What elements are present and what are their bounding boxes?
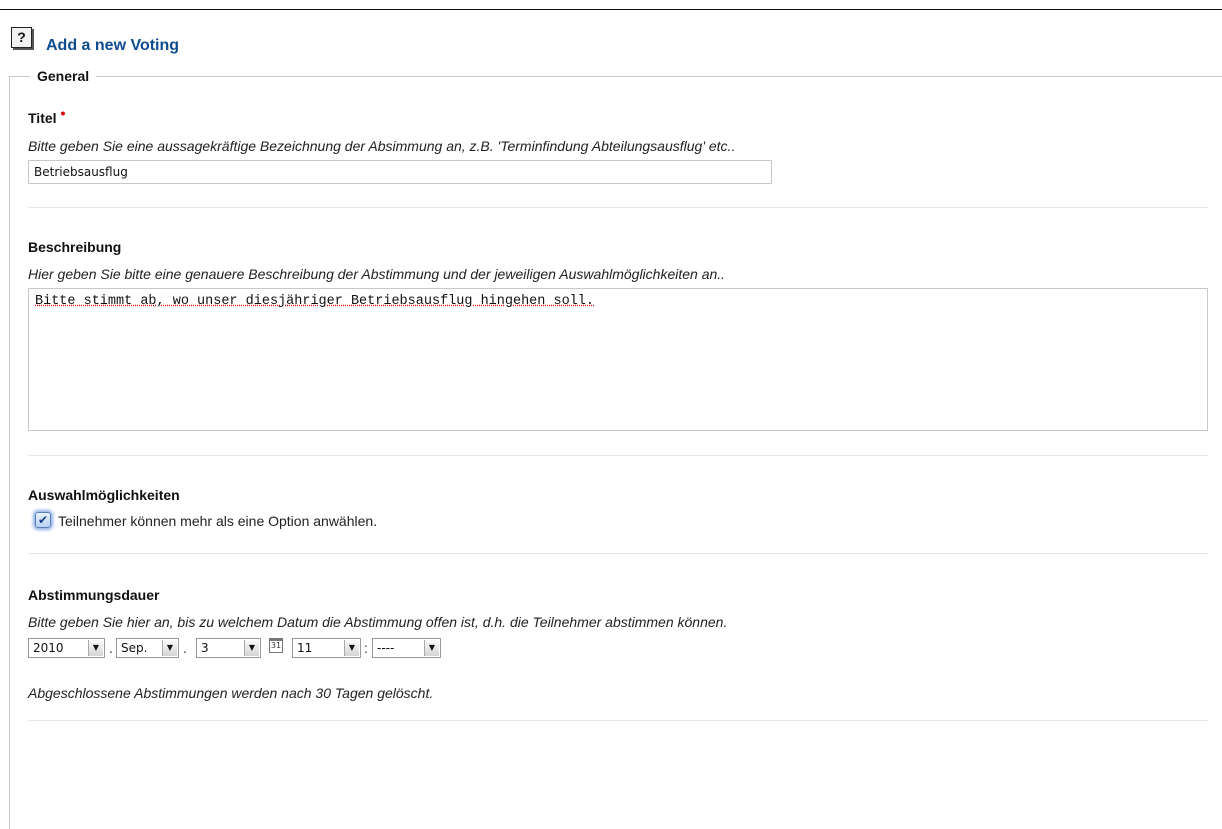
- titel-hint: Bitte geben Sie eine aussagekräftige Bez…: [28, 138, 736, 154]
- year-value: 2010: [33, 641, 64, 655]
- chevron-down-icon: ▼: [88, 640, 103, 656]
- multiple-options-checkbox[interactable]: ✔: [35, 512, 51, 528]
- day-select[interactable]: 3 ▼: [196, 638, 261, 658]
- divider: [28, 207, 1208, 208]
- beschreibung-textarea[interactable]: Bitte stimmt ab, wo unser diesjähriger B…: [28, 288, 1208, 431]
- chevron-down-icon: ▼: [244, 640, 259, 656]
- titel-input[interactable]: Betriebsausflug: [28, 160, 772, 184]
- minute-select[interactable]: ---- ▼: [372, 638, 441, 658]
- page-title: Add a new Voting: [46, 37, 180, 54]
- dauer-hint: Bitte geben Sie hier an, bis zu welchem …: [28, 614, 728, 630]
- general-legend: General: [37, 68, 90, 84]
- help-icon[interactable]: ?: [11, 27, 32, 48]
- time-separator: :: [364, 640, 368, 656]
- dauer-label: Abstimmungsdauer: [28, 587, 160, 603]
- date-separator: .: [183, 640, 187, 656]
- beschreibung-hint: Hier geben Sie bitte eine genauere Besch…: [28, 266, 726, 282]
- day-value: 3: [201, 641, 209, 655]
- auswahl-label: Auswahlmöglichkeiten: [28, 487, 180, 503]
- hour-value: 11: [297, 641, 313, 655]
- titel-label: Titel •: [28, 105, 65, 126]
- required-marker: •: [60, 105, 66, 121]
- minute-value: ----: [377, 641, 395, 655]
- top-divider: [0, 9, 1222, 10]
- beschreibung-label: Beschreibung: [28, 239, 122, 255]
- divider: [28, 553, 1208, 554]
- multiple-options-label[interactable]: Teilnehmer können mehr als eine Option a…: [58, 513, 377, 529]
- calendar-icon[interactable]: 31: [269, 638, 283, 653]
- divider: [28, 455, 1208, 456]
- chevron-down-icon: ▼: [344, 640, 359, 656]
- hour-select[interactable]: 11 ▼: [292, 638, 361, 658]
- month-value: Sep.: [121, 641, 148, 655]
- chevron-down-icon: ▼: [162, 640, 177, 656]
- titel-label-text: Titel: [28, 110, 57, 126]
- chevron-down-icon: ▼: [424, 640, 439, 656]
- date-separator: .: [109, 640, 113, 656]
- year-select[interactable]: 2010 ▼: [28, 638, 105, 658]
- deletion-note: Abgeschlossene Abstimmungen werden nach …: [28, 685, 434, 701]
- month-select[interactable]: Sep. ▼: [116, 638, 179, 658]
- divider: [28, 720, 1208, 721]
